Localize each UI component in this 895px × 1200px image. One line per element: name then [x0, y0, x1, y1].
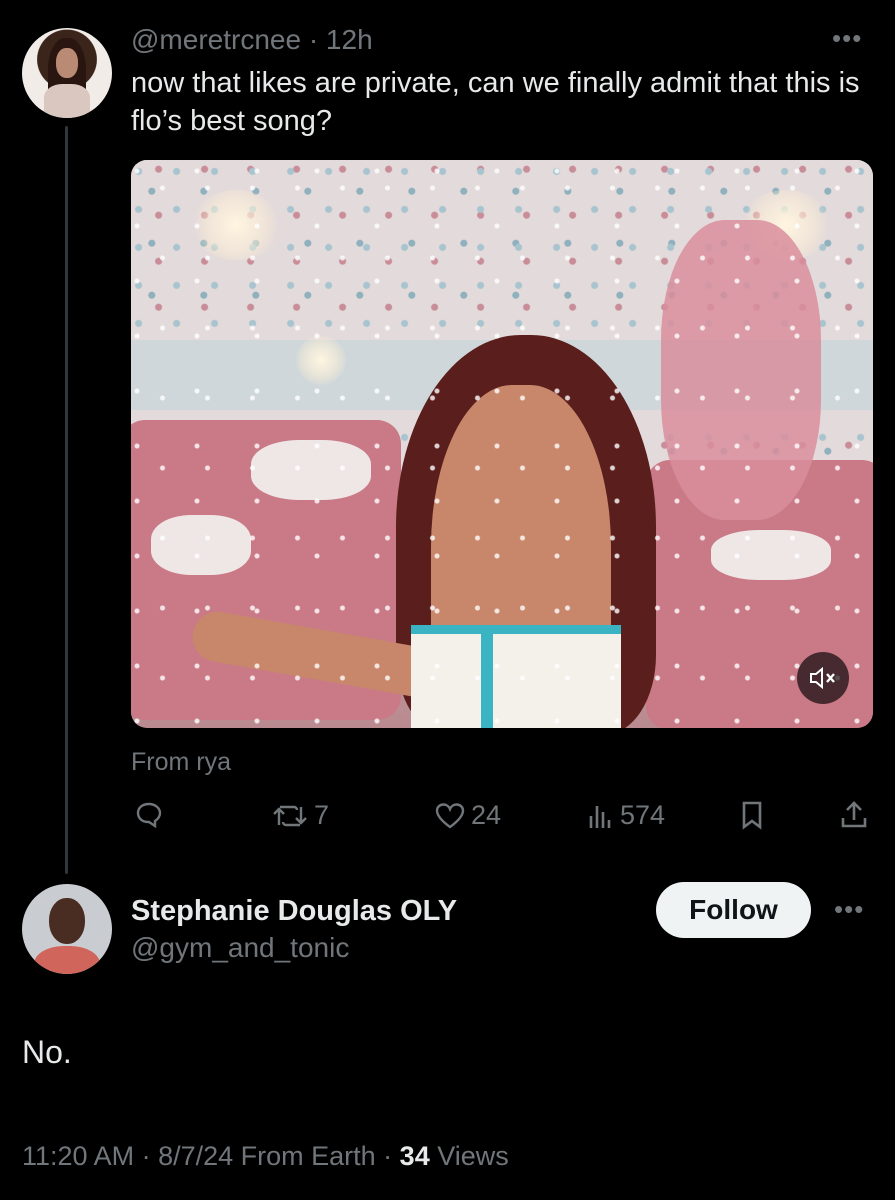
like-count: 24 — [471, 800, 502, 830]
bookmark-button[interactable] — [740, 800, 764, 830]
more-options-icon[interactable]: ••• — [834, 896, 864, 922]
share-icon — [841, 801, 867, 828]
reply-author-handle[interactable]: @gym_and_tonic — [131, 932, 349, 964]
reply-author-name[interactable]: Stephanie Douglas OLY — [131, 895, 457, 928]
reply-author-avatar[interactable] — [22, 884, 112, 974]
tweet-video[interactable] — [131, 160, 873, 728]
follow-button[interactable]: Follow — [656, 882, 811, 938]
reply-text: No. — [22, 1034, 72, 1070]
author-avatar[interactable] — [22, 28, 112, 118]
reply-icon — [136, 802, 162, 828]
tweet-timestamp[interactable]: 11:20 AM · 8/7/24 From Earth · — [22, 1141, 400, 1171]
heart-icon — [435, 802, 465, 828]
retweet-icon — [273, 805, 307, 826]
retweet-count: 7 — [314, 800, 330, 830]
more-options-icon[interactable]: ••• — [832, 25, 862, 51]
reply-views-count: 34 — [399, 1141, 430, 1171]
retweet-button[interactable]: 7 — [272, 800, 329, 831]
views-button[interactable]: 574 — [588, 800, 665, 831]
like-button[interactable]: 24 — [435, 800, 501, 831]
mute-button[interactable] — [797, 652, 849, 704]
mute-icon — [810, 666, 835, 690]
views-label: Views — [429, 1141, 509, 1171]
media-source-label[interactable]: From rya — [131, 748, 231, 777]
bookmark-icon — [742, 801, 762, 830]
views-chart-icon — [589, 805, 611, 828]
views-count: 574 — [620, 800, 666, 830]
tweet-handle-time[interactable]: @meretrcnee · 12h — [131, 24, 373, 56]
tweet-text: now that likes are private, can we final… — [131, 67, 860, 137]
tweet-meta: 11:20 AM · 8/7/24 From Earth · 34 Views — [22, 1141, 509, 1172]
reply-button[interactable] — [135, 800, 169, 828]
share-button[interactable] — [840, 800, 868, 830]
thread-line — [65, 126, 68, 874]
